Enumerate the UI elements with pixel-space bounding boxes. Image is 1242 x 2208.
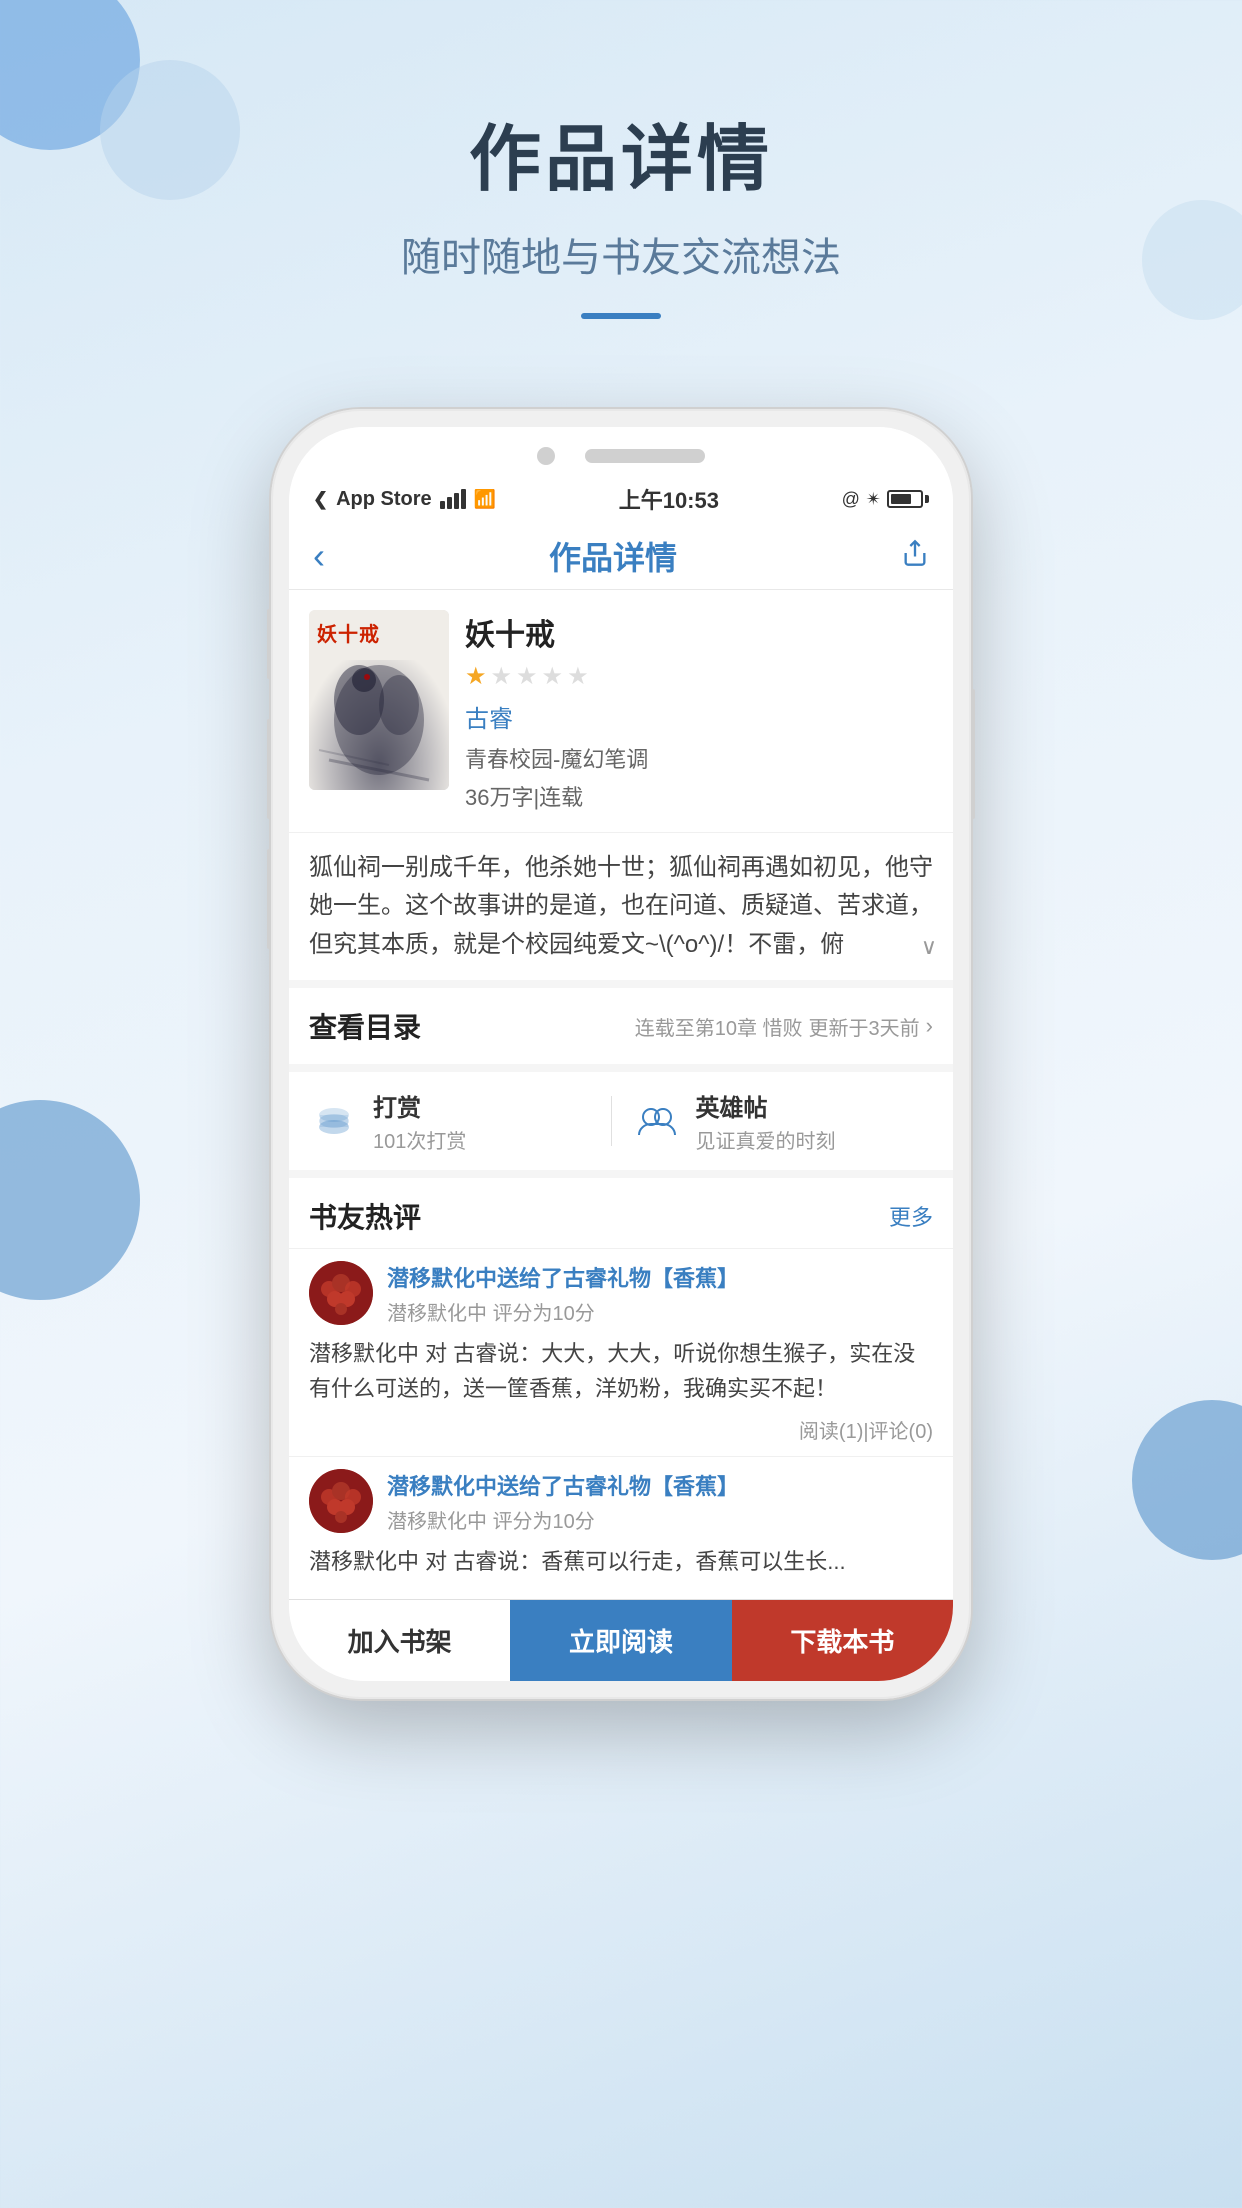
book-author[interactable]: 古睿 <box>465 699 933 734</box>
phone-mute-btn <box>267 609 271 679</box>
hero-post-icon <box>632 1096 682 1146</box>
bottom-action-bar: 加入书架 立即阅读 下载本书 <box>289 1599 953 1681</box>
page-title-divider <box>581 313 661 319</box>
review-meta-2: 潜移默化中送给了古睿礼物【香蕉】 潜移默化中 评分为10分 <box>309 1469 933 1534</box>
reviews-more-button[interactable]: 更多 <box>889 1200 933 1232</box>
location-icon: @ <box>842 489 860 510</box>
review-item: 潜移默化中送给了古睿礼物【香蕉】 潜移默化中 评分为10分 潜移默化中 对 古睿… <box>289 1456 953 1599</box>
reward-label: 打赏 <box>373 1088 466 1123</box>
review-avatar-2 <box>309 1469 373 1533</box>
add-to-shelf-button[interactable]: 加入书架 <box>289 1600 510 1681</box>
battery-icon <box>887 490 929 508</box>
phone-power-btn <box>971 689 975 819</box>
phone-vol-down-btn <box>267 849 271 949</box>
description-text: 狐仙祠一别成千年，他杀她十世；狐仙祠再遇如初见，他守她一生。这个故事讲的是道，也… <box>309 854 933 958</box>
review-user-score: 潜移默化中 评分为10分 <box>387 1297 933 1326</box>
book-name: 妖十戒 <box>465 610 933 654</box>
status-bar: ❮ App Store 📶 上午10:53 @ ✴ <box>289 475 953 523</box>
reviews-title: 书友热评 <box>309 1196 421 1236</box>
bg-decoration-2 <box>100 60 240 200</box>
review-title-2: 潜移默化中送给了古睿礼物【香蕉】 <box>387 1469 933 1501</box>
star-4: ★ <box>542 662 564 691</box>
book-cover: 妖十戒 <box>309 610 449 790</box>
status-time: 上午10:53 <box>619 483 719 515</box>
book-rating: ★ ★ ★ ★ ★ <box>465 662 933 691</box>
hero-post-desc: 见证真爱的时刻 <box>696 1125 836 1154</box>
review-user-score-2: 潜移默化中 评分为10分 <box>387 1505 933 1534</box>
download-button[interactable]: 下载本书 <box>732 1600 953 1681</box>
book-stats: 36万字|连载 <box>465 780 933 812</box>
star-1: ★ <box>465 662 487 691</box>
book-description: 狐仙祠一别成千年，他杀她十世；狐仙祠再遇如初见，他守她一生。这个故事讲的是道，也… <box>289 832 953 980</box>
chapter-info: 连载至第10章 惜败 <box>635 1012 803 1041</box>
read-now-button[interactable]: 立即阅读 <box>510 1600 731 1681</box>
status-right: @ ✴ <box>842 489 929 510</box>
hero-post-action[interactable]: 英雄帖 见证真爱的时刻 <box>612 1088 934 1154</box>
phone-vol-up-btn <box>267 719 271 819</box>
nav-bar: ‹ 作品详情 <box>289 523 953 590</box>
page-title-sub: 随时随地与书友交流想法 <box>0 225 1242 283</box>
catalog-section[interactable]: 查看目录 连载至第10章 惜败 更新于3天前 › <box>289 980 953 1064</box>
catalog-label: 查看目录 <box>309 1006 421 1046</box>
star-5: ★ <box>567 662 589 691</box>
reward-action[interactable]: 打赏 101次打赏 <box>309 1088 611 1154</box>
bluetooth-icon: ✴ <box>866 489 881 510</box>
star-3: ★ <box>516 662 538 691</box>
wifi-icon: 📶 <box>474 489 496 510</box>
catalog-arrow-icon: › <box>926 1013 933 1039</box>
review-score-2: 评分为10分 <box>493 1511 595 1533</box>
back-button[interactable]: ‹ <box>313 535 325 577</box>
nav-title: 作品详情 <box>549 533 677 579</box>
share-button[interactable] <box>901 539 929 574</box>
action-row: 打赏 101次打赏 英雄帖 见证真爱的时刻 <box>289 1064 953 1170</box>
review-score: 评分为10分 <box>493 1303 595 1325</box>
update-info: 更新于3天前 <box>809 1012 920 1041</box>
signal-icon <box>440 489 466 509</box>
reward-count: 101次打赏 <box>373 1125 466 1154</box>
review-meta: 潜移默化中送给了古睿礼物【香蕉】 潜移默化中 评分为10分 <box>309 1261 933 1326</box>
reviews-section: 书友热评 更多 <box>289 1170 953 1599</box>
book-info-section: 妖十戒 <box>289 590 953 832</box>
review-title: 潜移默化中送给了古睿礼物【香蕉】 <box>387 1261 933 1293</box>
back-icon: ❮ <box>313 489 328 510</box>
expand-icon[interactable]: ∨ <box>921 929 937 964</box>
reviews-header: 书友热评 更多 <box>289 1178 953 1248</box>
review-content: 潜移默化中 对 古睿说：大大，大大，听说你想生猴子，实在没有什么可送的，送一筐香… <box>309 1336 933 1406</box>
catalog-info: 连载至第10章 惜败 更新于3天前 › <box>635 1012 933 1041</box>
phone-top-bar <box>289 427 953 475</box>
review-avatar <box>309 1261 373 1325</box>
hero-post-label: 英雄帖 <box>696 1088 836 1123</box>
phone-speaker <box>585 449 705 463</box>
phone-camera <box>537 447 555 465</box>
review-footer: 阅读(1)|评论(0) <box>309 1415 933 1444</box>
review-user: 潜移默化中 <box>387 1303 487 1325</box>
review-item: 潜移默化中送给了古睿礼物【香蕉】 潜移默化中 评分为10分 潜移默化中 对 古睿… <box>289 1248 953 1455</box>
phone-screen: ❮ App Store 📶 上午10:53 @ ✴ <box>289 427 953 1681</box>
status-left: ❮ App Store 📶 <box>313 488 496 511</box>
phone-outer: ❮ App Store 📶 上午10:53 @ ✴ <box>271 409 971 1699</box>
review-user-2: 潜移默化中 <box>387 1511 487 1533</box>
book-details: 妖十戒 ★ ★ ★ ★ ★ 古睿 青春校园-魔幻笔调 36万字|连载 <box>465 610 933 812</box>
star-2: ★ <box>491 662 513 691</box>
review-content-2: 潜移默化中 对 古睿说：香蕉可以行走，香蕉可以生长... <box>309 1544 933 1579</box>
reward-icon <box>309 1096 359 1146</box>
app-store-label: App Store <box>336 488 432 511</box>
phone-mockup: ❮ App Store 📶 上午10:53 @ ✴ <box>0 409 1242 1699</box>
book-genre: 青春校园-魔幻笔调 <box>465 742 933 774</box>
